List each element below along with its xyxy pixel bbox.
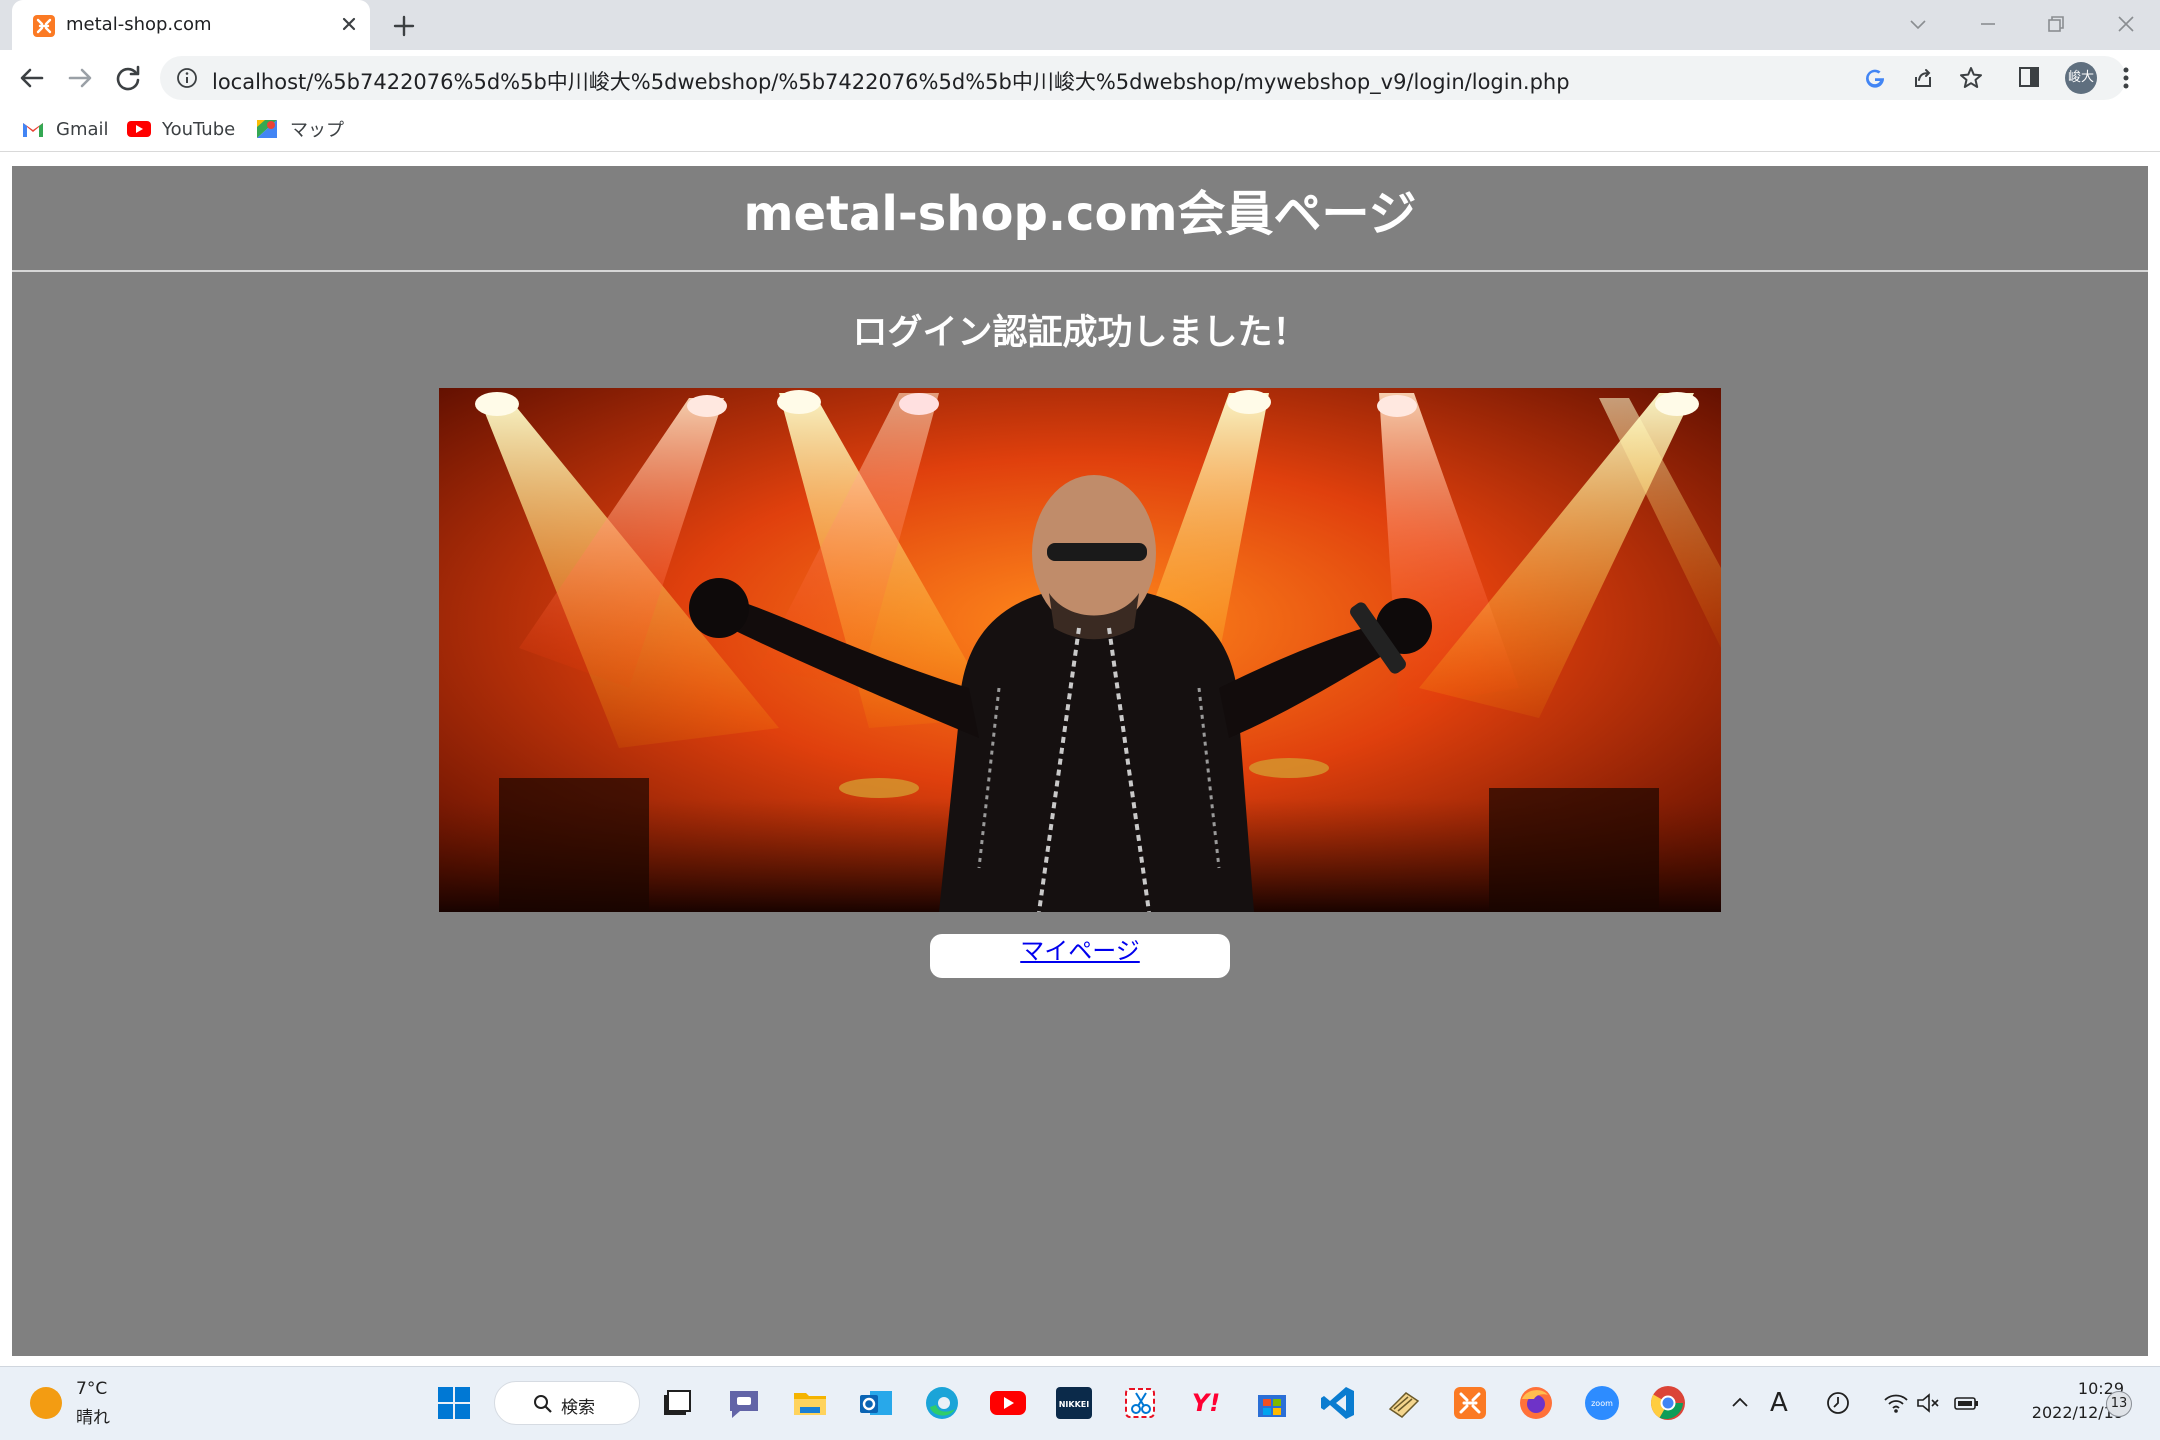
- bookmark-youtube[interactable]: YouTube: [126, 115, 235, 143]
- volume-muted-icon[interactable]: [1914, 1389, 1942, 1417]
- file-explorer-icon[interactable]: [790, 1383, 830, 1423]
- side-panel-icon[interactable]: [2014, 62, 2044, 92]
- ime-indicator[interactable]: A: [1770, 1389, 1798, 1417]
- bookmark-label: マップ: [290, 120, 344, 141]
- taskbar: 7°C 晴れ 検索 NIKKEI Y! zoom A 10:29 2022/12…: [0, 1366, 2160, 1440]
- hero-image: [439, 388, 1721, 912]
- share-icon[interactable]: [1910, 65, 1936, 91]
- notification-badge[interactable]: 13: [2106, 1391, 2132, 1417]
- youtube-icon: [127, 121, 151, 137]
- search-label: 検索: [561, 1398, 595, 1418]
- battery-icon[interactable]: [1952, 1389, 1980, 1417]
- mypage-button[interactable]: マイページ: [930, 934, 1230, 978]
- store-icon[interactable]: [1252, 1383, 1292, 1423]
- close-icon[interactable]: [336, 11, 362, 37]
- edge-icon[interactable]: [922, 1383, 962, 1423]
- back-icon[interactable]: [16, 62, 48, 94]
- yahoo-icon[interactable]: Y!: [1186, 1383, 1226, 1423]
- wifi-icon[interactable]: [1882, 1389, 1910, 1417]
- youtube-app-icon[interactable]: [988, 1383, 1028, 1423]
- bookmark-gmail[interactable]: Gmail: [20, 115, 109, 143]
- plus-icon[interactable]: [390, 12, 418, 40]
- weather-temp[interactable]: 7°C: [76, 1379, 107, 1399]
- address-bar[interactable]: localhost/%5b7422076%5d%5b中川峻大%5dwebshop…: [160, 56, 2126, 100]
- url-text: localhost/%5b7422076%5d%5b中川峻大%5dwebshop…: [212, 70, 1570, 94]
- xampp-app-icon[interactable]: [1450, 1383, 1490, 1423]
- nikkei-label: NIKKEI: [1059, 1400, 1090, 1409]
- sync-icon[interactable]: [1824, 1389, 1852, 1417]
- chevron-down-icon[interactable]: [1906, 12, 1930, 36]
- metal-singer-on-stage-photo: [439, 388, 1721, 912]
- page-title: metal-shop.com会員ページ: [743, 186, 1417, 242]
- taskbar-search[interactable]: 検索: [494, 1381, 640, 1425]
- reload-icon[interactable]: [112, 62, 144, 94]
- weather-condition[interactable]: 晴れ: [76, 1403, 110, 1428]
- forward-icon[interactable]: [64, 62, 96, 94]
- outlook-icon[interactable]: [856, 1383, 896, 1423]
- teams-chat-icon[interactable]: [724, 1383, 764, 1423]
- login-success-message: ログイン認証成功しました！: [852, 313, 1308, 353]
- page-viewport: metal-shop.com会員ページ ログイン認証成功しました！ マイページ: [0, 152, 2160, 1366]
- bookmark-label: YouTube: [162, 118, 236, 140]
- task-view-icon[interactable]: [656, 1383, 696, 1423]
- info-icon[interactable]: [176, 67, 198, 89]
- maps-icon: [257, 120, 277, 138]
- restore-icon[interactable]: [2044, 12, 2068, 36]
- vscode-icon[interactable]: [1318, 1383, 1358, 1423]
- xampp-icon: [33, 15, 55, 37]
- notepad-icon[interactable]: [1384, 1383, 1424, 1423]
- bookmark-maps[interactable]: マップ: [254, 115, 344, 143]
- close-window-icon[interactable]: [2114, 12, 2138, 36]
- browser-tab[interactable]: metal-shop.com: [12, 0, 370, 50]
- bookmarks-bar: Gmail YouTube マップ: [0, 106, 2160, 152]
- bookmark-label: Gmail: [56, 118, 109, 140]
- zoom-icon[interactable]: zoom: [1582, 1383, 1622, 1423]
- star-icon[interactable]: [1958, 65, 1984, 91]
- firefox-icon[interactable]: [1516, 1383, 1556, 1423]
- windows-start-icon[interactable]: [434, 1383, 474, 1423]
- weather-sun-icon[interactable]: [30, 1387, 62, 1419]
- mypage-link[interactable]: マイページ: [1020, 934, 1140, 968]
- chevron-up-icon[interactable]: [1726, 1389, 1754, 1417]
- search-icon: [534, 1395, 552, 1413]
- menu-icon[interactable]: [2116, 62, 2136, 94]
- chrome-icon[interactable]: [1648, 1383, 1688, 1423]
- page-header: metal-shop.com会員ページ: [12, 166, 2148, 272]
- tab-strip: metal-shop.com: [0, 0, 2160, 50]
- zoom-label: zoom: [1591, 1399, 1613, 1408]
- avatar[interactable]: 峻大: [2065, 62, 2097, 94]
- tab-title: metal-shop.com: [66, 14, 212, 35]
- snipping-tool-icon[interactable]: [1120, 1383, 1160, 1423]
- google-icon[interactable]: [1862, 65, 1888, 91]
- svg-text:Y!: Y!: [1192, 1389, 1220, 1417]
- member-page: metal-shop.com会員ページ ログイン認証成功しました！ マイページ: [12, 166, 2148, 1356]
- browser-toolbar: localhost/%5b7422076%5d%5b中川峻大%5dwebshop…: [0, 50, 2160, 106]
- nikkei-icon[interactable]: NIKKEI: [1054, 1383, 1094, 1423]
- minimize-icon[interactable]: [1976, 12, 2000, 36]
- clock-date[interactable]: 2022/12/19: [1990, 1403, 2124, 1422]
- gmail-icon: [23, 123, 43, 137]
